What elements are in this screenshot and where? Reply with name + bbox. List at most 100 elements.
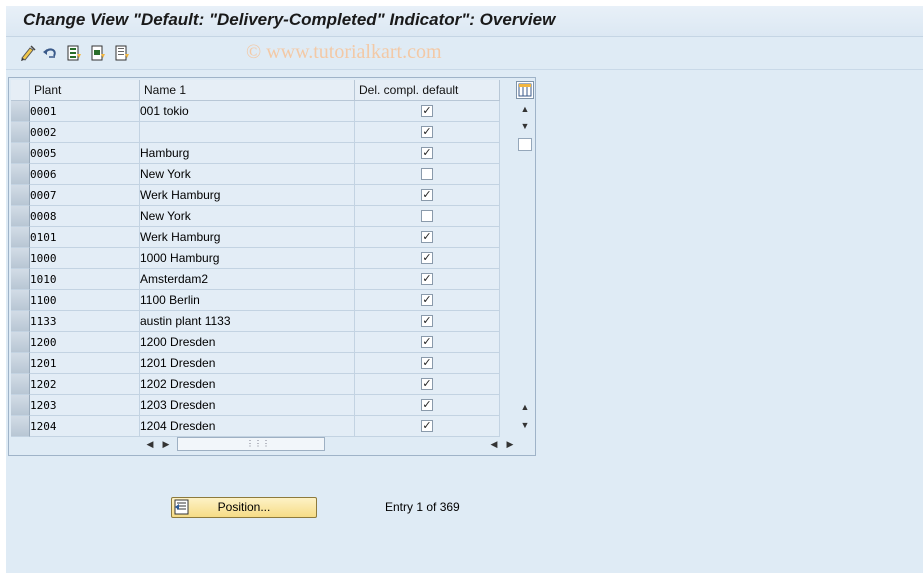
table-row[interactable]: 0002 ✓ xyxy=(9,122,501,143)
cell-name[interactable]: austin plant 1133 xyxy=(140,311,355,332)
del-compl-checkbox[interactable]: ✓ xyxy=(421,420,433,432)
row-selector[interactable] xyxy=(11,164,30,185)
select-all-icon[interactable] xyxy=(65,44,83,62)
table-row[interactable]: 0101 Werk Hamburg ✓ xyxy=(9,227,501,248)
row-selector[interactable] xyxy=(11,185,30,206)
table-row[interactable]: 0008 New York xyxy=(9,206,501,227)
table-row[interactable]: 1100 1100 Berlin ✓ xyxy=(9,290,501,311)
column-header-name[interactable]: Name 1 xyxy=(140,80,355,101)
select-all-rows-header[interactable] xyxy=(11,80,30,101)
table-row[interactable]: 1203 1203 Dresden ✓ xyxy=(9,395,501,416)
del-compl-checkbox[interactable]: ✓ xyxy=(421,315,433,327)
change-display-icon[interactable] xyxy=(19,44,37,62)
cell-plant[interactable]: 1000 xyxy=(30,248,140,269)
del-compl-checkbox[interactable]: ✓ xyxy=(421,147,433,159)
del-compl-checkbox[interactable]: ✓ xyxy=(421,399,433,411)
del-compl-checkbox[interactable]: ✓ xyxy=(421,126,433,138)
column-header-plant[interactable]: Plant xyxy=(30,80,140,101)
table-row[interactable]: 1204 1204 Dresden ✓ xyxy=(9,416,501,437)
row-selector[interactable] xyxy=(11,290,30,311)
cell-name[interactable]: Werk Hamburg xyxy=(140,185,355,206)
undo-icon[interactable] xyxy=(41,44,59,62)
scroll-far-right-icon[interactable]: ▶ xyxy=(503,436,517,452)
table-settings-icon[interactable] xyxy=(516,81,534,99)
cell-name[interactable]: 1204 Dresden xyxy=(140,416,355,437)
cell-plant[interactable]: 0001 xyxy=(30,101,140,122)
cell-name[interactable]: 1203 Dresden xyxy=(140,395,355,416)
cell-plant[interactable]: 0101 xyxy=(30,227,140,248)
del-compl-checkbox[interactable]: ✓ xyxy=(421,105,433,117)
del-compl-checkbox[interactable] xyxy=(421,168,433,180)
table-row[interactable]: 1201 1201 Dresden ✓ xyxy=(9,353,501,374)
cell-name[interactable]: 1100 Berlin xyxy=(140,290,355,311)
row-selector[interactable] xyxy=(11,122,30,143)
scroll-up-icon[interactable]: ▲ xyxy=(516,101,534,117)
del-compl-checkbox[interactable]: ✓ xyxy=(421,294,433,306)
scroll-down-icon[interactable]: ▼ xyxy=(516,417,534,433)
row-selector[interactable] xyxy=(11,332,30,353)
page-up-icon[interactable]: ▲ xyxy=(516,399,534,415)
table-row[interactable]: 1010 Amsterdam2 ✓ xyxy=(9,269,501,290)
deselect-all-icon[interactable] xyxy=(113,44,131,62)
del-compl-checkbox[interactable]: ✓ xyxy=(421,336,433,348)
cell-name[interactable]: 1201 Dresden xyxy=(140,353,355,374)
cell-plant[interactable]: 0008 xyxy=(30,206,140,227)
del-compl-checkbox[interactable]: ✓ xyxy=(421,273,433,285)
row-selector[interactable] xyxy=(11,101,30,122)
cell-plant[interactable]: 0007 xyxy=(30,185,140,206)
row-selector[interactable] xyxy=(11,374,30,395)
row-selector[interactable] xyxy=(11,143,30,164)
cell-name[interactable]: Amsterdam2 xyxy=(140,269,355,290)
table-row[interactable]: 1133 austin plant 1133 ✓ xyxy=(9,311,501,332)
table-row[interactable]: 1000 1000 Hamburg ✓ xyxy=(9,248,501,269)
table-row[interactable]: 0005 Hamburg ✓ xyxy=(9,143,501,164)
cell-plant[interactable]: 1010 xyxy=(30,269,140,290)
cell-plant[interactable]: 1100 xyxy=(30,290,140,311)
column-header-del-compl-default[interactable]: Del. compl. default xyxy=(355,80,500,101)
table-row[interactable]: 1200 1200 Dresden ✓ xyxy=(9,332,501,353)
cell-plant[interactable]: 0005 xyxy=(30,143,140,164)
scroll-grip-icon[interactable]: ⋮⋮⋮ xyxy=(246,439,270,448)
select-block-icon[interactable] xyxy=(89,44,107,62)
row-selector[interactable] xyxy=(11,269,30,290)
cell-name[interactable]: 1202 Dresden xyxy=(140,374,355,395)
del-compl-checkbox[interactable]: ✓ xyxy=(421,357,433,369)
table-row[interactable]: 0007 Werk Hamburg ✓ xyxy=(9,185,501,206)
position-button[interactable]: Position... xyxy=(171,497,317,518)
cell-name[interactable] xyxy=(140,122,355,143)
table-row[interactable]: 0001 001 tokio ✓ xyxy=(9,101,501,122)
row-selector[interactable] xyxy=(11,353,30,374)
cell-plant[interactable]: 1200 xyxy=(30,332,140,353)
cell-plant[interactable]: 1203 xyxy=(30,395,140,416)
cell-plant[interactable]: 0002 xyxy=(30,122,140,143)
page-down-icon[interactable]: ▼ xyxy=(516,118,534,134)
horizontal-scroll-track[interactable]: ⋮⋮⋮ xyxy=(177,437,325,451)
row-selector[interactable] xyxy=(11,248,30,269)
scroll-far-left-icon[interactable]: ◀ xyxy=(487,436,501,452)
row-selector[interactable] xyxy=(11,395,30,416)
cell-name[interactable]: New York xyxy=(140,164,355,185)
cell-name[interactable]: Hamburg xyxy=(140,143,355,164)
cell-plant[interactable]: 1133 xyxy=(30,311,140,332)
row-selector[interactable] xyxy=(11,416,30,437)
scroll-left-icon[interactable]: ◀ xyxy=(143,436,157,452)
horizontal-scrollbar[interactable]: ◀ ▶ ⋮⋮⋮ ◀ ▶ xyxy=(143,436,517,452)
cell-name[interactable]: Werk Hamburg xyxy=(140,227,355,248)
cell-name[interactable]: 1200 Dresden xyxy=(140,332,355,353)
scroll-right-icon[interactable]: ▶ xyxy=(159,436,173,452)
del-compl-checkbox[interactable]: ✓ xyxy=(421,252,433,264)
cell-name[interactable]: 001 tokio xyxy=(140,101,355,122)
cell-name[interactable]: New York xyxy=(140,206,355,227)
cell-plant[interactable]: 0006 xyxy=(30,164,140,185)
row-selector[interactable] xyxy=(11,227,30,248)
table-row[interactable]: 0006 New York xyxy=(9,164,501,185)
vertical-scrollbar[interactable]: ▲ ▼ ▲ ▼ xyxy=(516,101,534,433)
row-selector[interactable] xyxy=(11,311,30,332)
del-compl-checkbox[interactable] xyxy=(421,210,433,222)
table-row[interactable]: 1202 1202 Dresden ✓ xyxy=(9,374,501,395)
cell-plant[interactable]: 1204 xyxy=(30,416,140,437)
del-compl-checkbox[interactable]: ✓ xyxy=(421,189,433,201)
del-compl-checkbox[interactable]: ✓ xyxy=(421,231,433,243)
vertical-scroll-thumb[interactable] xyxy=(518,138,532,151)
cell-plant[interactable]: 1201 xyxy=(30,353,140,374)
